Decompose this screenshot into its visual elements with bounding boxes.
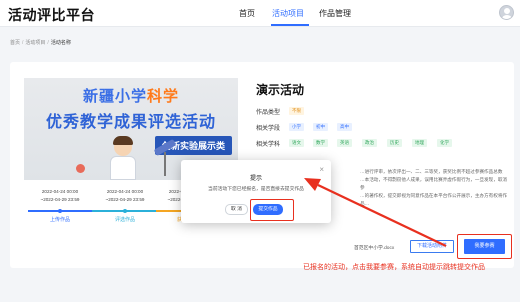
poster-title-line1: 新疆小学科学 (24, 85, 238, 106)
breadcrumb-activities[interactable]: 活动项目 (25, 40, 45, 46)
subject-label: 相关学科 (256, 142, 281, 148)
nav-active-indicator (271, 24, 309, 26)
timeline-start: 2022-04-24 00:00 (41, 189, 79, 194)
subject-tag: 数学 (313, 139, 328, 147)
timeline-dates: 2022-04-24 00:00 ~2022-04-29 23:59 (30, 188, 90, 204)
description-line: …进行评审，依次评出一、二、三等奖，获奖比例不超过参赛作品总数 (360, 169, 503, 174)
app-logo[interactable]: 活动评比平台 (8, 5, 95, 25)
breadcrumb-separator: / (47, 40, 49, 46)
timeline-start: 2022-04-24 00:00 (106, 189, 144, 194)
timeline-end: ~2022-04-29 23:59 (40, 197, 80, 202)
dialog-cancel-button[interactable]: 取 消 (225, 204, 248, 215)
annotation-text: 已报名的活动，点击我要参赛，系统自动提示跳转提交作品 (303, 264, 485, 271)
breadcrumb-current: 活动名称 (50, 40, 71, 46)
breadcrumb: 首页 / 活动项目 / 活动名称 (10, 39, 71, 46)
activity-description: …进行评审，依次评出一、二、三等奖，获奖比例不超过参赛作品总数 …本活动，不得剽… (360, 168, 508, 208)
subject-tag: 地理 (412, 139, 427, 147)
user-avatar[interactable] (499, 5, 514, 20)
timeline-stage-upload: 上传作品 (49, 217, 70, 223)
section-label: 相关学段 (256, 126, 281, 132)
timeline-dates: 2022-04-24 00:00 ~2022-04-29 23:59 (95, 188, 155, 204)
top-header: 活动评比平台 首页 活动项目 作品管理 (0, 0, 520, 27)
subject-tag: 政治 (362, 139, 377, 147)
nav-activities[interactable]: 活动项目 (272, 8, 304, 19)
subject-tag: 化学 (437, 139, 452, 147)
timeline-stage-review: 评选作品 (114, 217, 135, 223)
breadcrumb-home[interactable]: 首页 (10, 40, 20, 46)
dialog-message: 当前活动下您已经报名，是否直接去提交作品 (208, 187, 304, 192)
breadcrumb-separator: / (22, 40, 24, 46)
download-attachment-button[interactable]: 下载活动附件 (410, 240, 454, 253)
nav-home[interactable]: 首页 (239, 8, 255, 19)
timeline-end: ~2022-04-29 23:59 (105, 197, 145, 202)
poster-title-part: 新疆小学 (82, 88, 147, 105)
dialog-title: 提示 (249, 176, 262, 182)
poster-title-line2: 优秀教学成果评选活动 (45, 114, 216, 131)
work-type-tag: 不限 (289, 107, 304, 115)
description-line: …的著作权，提交即视为同意作品在本平台作公开展示，主办方有权将作品… (360, 193, 508, 206)
subject-tag: 英语 (337, 139, 352, 147)
scientist-illustration (106, 136, 140, 180)
poster-title-highlight: 科学 (147, 88, 180, 105)
nav-works[interactable]: 作品管理 (319, 8, 351, 19)
attachment-filename[interactable]: 首范区中小学.docx (354, 244, 394, 251)
submit-highlight-box (250, 199, 294, 221)
description-line: …本活动，不得剽窃他人成果，误用比赛弄虚作假行为，一旦发现，取消参 (360, 177, 508, 190)
subject-tag: 语文 (289, 139, 304, 147)
subject-tag: 历史 (387, 139, 402, 147)
work-type-label: 作品类型 (256, 110, 281, 116)
section-tag: 初中 (313, 123, 328, 131)
timeline-dot (123, 209, 127, 213)
section-tag: 小学 (289, 123, 304, 131)
enroll-highlight-box (457, 234, 512, 259)
timeline-dot (58, 209, 62, 213)
activity-title: 演示活动 (256, 83, 305, 97)
section-tag: 高中 (337, 123, 352, 131)
planet-illustration (76, 164, 85, 173)
